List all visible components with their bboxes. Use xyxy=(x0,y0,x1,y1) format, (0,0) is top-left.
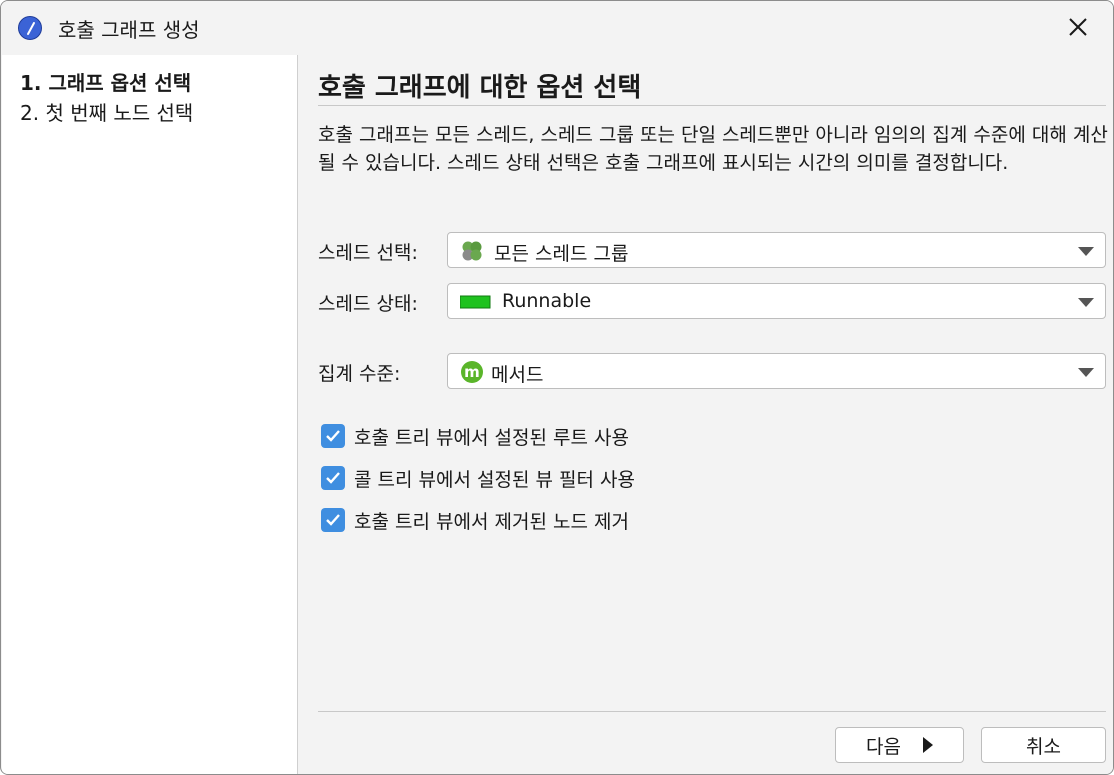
method-icon: m xyxy=(460,360,484,384)
use-view-filter-label: 콜 트리 뷰에서 설정된 뷰 필터 사용 xyxy=(354,468,635,491)
cancel-button[interactable]: 취소 xyxy=(981,727,1106,763)
aggregation-level-dropdown[interactable]: m 메서드 xyxy=(447,353,1106,389)
step-select-first-node: 2. 첫 번째 노드 선택 xyxy=(20,101,194,125)
thread-state-value: Runnable xyxy=(502,290,592,312)
thread-select-value: 모든 스레드 그룹 xyxy=(494,243,629,265)
compass-icon xyxy=(18,16,42,40)
wizard-steps-sidebar: 1. 그래프 옵션 선택 2. 첫 번째 노드 선택 xyxy=(2,55,298,774)
use-view-filter-checkbox[interactable] xyxy=(321,466,345,490)
cancel-button-label: 취소 xyxy=(1026,735,1061,758)
chevron-down-icon xyxy=(1078,298,1094,307)
thread-state-dropdown[interactable]: Runnable xyxy=(447,283,1106,319)
heading-divider xyxy=(318,105,1106,106)
main-content: 호출 그래프에 대한 옵션 선택 호출 그래프는 모든 스레드, 스레드 그룹 … xyxy=(299,55,1113,774)
remove-nodes-checkbox-row[interactable]: 호출 트리 뷰에서 제거된 노드 제거 xyxy=(321,506,629,534)
thread-select-label: 스레드 선택: xyxy=(318,242,418,264)
use-root-label: 호출 트리 뷰에서 설정된 루트 사용 xyxy=(354,426,629,449)
page-title: 호출 그래프에 대한 옵션 선택 xyxy=(318,73,642,103)
use-view-filter-checkbox-row[interactable]: 콜 트리 뷰에서 설정된 뷰 필터 사용 xyxy=(321,464,635,492)
next-button-label: 다음 xyxy=(866,735,901,758)
play-arrow-icon xyxy=(922,737,933,753)
use-root-checkbox-row[interactable]: 호출 트리 뷰에서 설정된 루트 사용 xyxy=(321,422,629,450)
dialog-window: 호출 그래프 생성 1. 그래프 옵션 선택 2. 첫 번째 노드 선택 호출 … xyxy=(0,0,1114,775)
chevron-down-icon xyxy=(1078,247,1094,256)
use-root-checkbox[interactable] xyxy=(321,424,345,448)
close-icon[interactable] xyxy=(1065,14,1091,40)
title-bar: 호출 그래프 생성 xyxy=(1,1,1113,55)
aggregation-level-value: 메서드 xyxy=(491,364,544,386)
svg-text:m: m xyxy=(464,363,480,381)
aggregation-level-label: 집계 수준: xyxy=(318,363,401,385)
next-button[interactable]: 다음 xyxy=(835,727,964,763)
footer-divider xyxy=(318,711,1106,712)
remove-nodes-checkbox[interactable] xyxy=(321,508,345,532)
step-select-graph-options: 1. 그래프 옵션 선택 xyxy=(20,71,192,95)
chevron-down-icon xyxy=(1078,368,1094,377)
thread-group-icon xyxy=(460,239,484,263)
thread-select-dropdown[interactable]: 모든 스레드 그룹 xyxy=(447,232,1106,268)
remove-nodes-label: 호출 트리 뷰에서 제거된 노드 제거 xyxy=(354,510,629,533)
window-title: 호출 그래프 생성 xyxy=(58,18,200,42)
thread-state-label: 스레드 상태: xyxy=(318,293,418,315)
description-text: 호출 그래프는 모든 스레드, 스레드 그룹 또는 단일 스레드뿐만 아니라 임… xyxy=(318,124,1108,174)
runnable-state-icon xyxy=(459,290,491,314)
